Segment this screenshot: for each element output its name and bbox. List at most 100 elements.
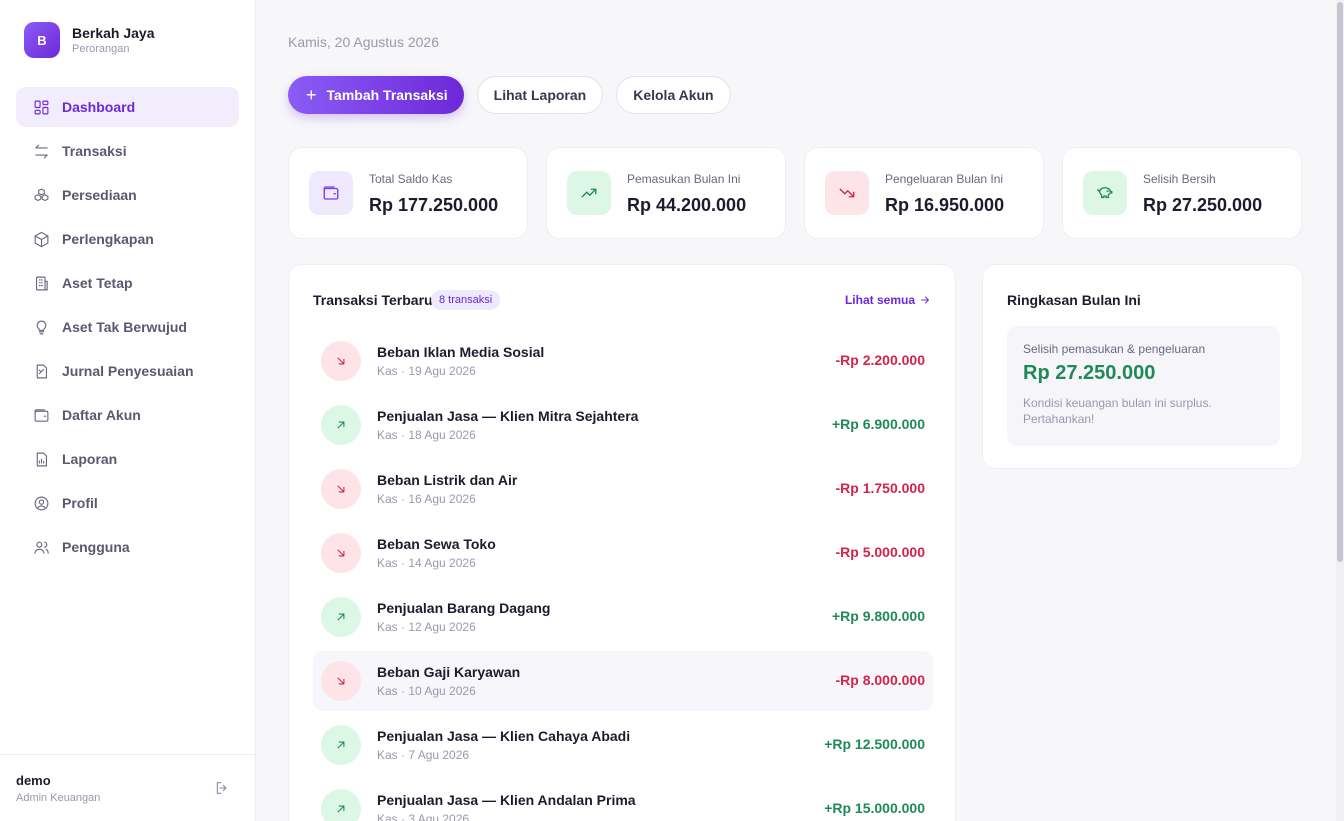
package-icon: [32, 230, 50, 248]
transaction-amount: -Rp 8.000.000: [835, 672, 926, 688]
users-icon: [32, 538, 50, 556]
transaction-name: Beban Sewa Toko: [377, 536, 496, 552]
stat-value: Rp 44.200.000: [627, 194, 747, 215]
transaction-meta: Kas · 12 Agu 2026: [377, 620, 476, 634]
transaction-row[interactable]: Beban Listrik dan Air Kas · 16 Agu 2026 …: [313, 459, 933, 519]
arrow-down-right-icon: [321, 469, 361, 509]
stat-cards: Total Saldo Kas Rp 177.250.000 Pemasukan…: [288, 147, 1302, 239]
transaction-row[interactable]: Penjualan Jasa — Klien Cahaya Abadi Kas …: [313, 715, 933, 775]
transaction-name: Penjualan Barang Dagang: [377, 600, 551, 616]
summary-box: Selisih pemasukan & pengeluaran Rp 27.25…: [1007, 326, 1280, 446]
add-transaction-label: Tambah Transaksi: [326, 87, 448, 103]
transaction-amount: +Rp 6.900.000: [831, 416, 925, 432]
sidebar-item-persediaan[interactable]: Persediaan: [16, 175, 239, 215]
piggy-bank-icon: [1083, 171, 1127, 215]
sidebar-item-label: Profil: [62, 495, 98, 511]
stat-card-total-saldo: Total Saldo Kas Rp 177.250.000: [288, 147, 528, 239]
stat-card-selisih: Selisih Bersih Rp 27.250.000: [1062, 147, 1302, 239]
sidebar-item-daftar-akun[interactable]: Daftar Akun: [16, 395, 239, 435]
sidebar-item-jurnal-penyesuaian[interactable]: Jurnal Penyesuaian: [16, 351, 239, 391]
scrollbar-thumb[interactable]: [1337, 2, 1343, 562]
arrow-up-right-icon: [321, 789, 361, 821]
manage-accounts-button[interactable]: Kelola Akun: [616, 76, 731, 114]
transaction-meta: Kas · 14 Agu 2026: [377, 556, 476, 570]
dashboard-icon: [32, 98, 50, 116]
summary-note: Kondisi keuangan bulan ini surplus. Pert…: [1023, 396, 1212, 426]
arrow-down-right-icon: [321, 533, 361, 573]
sidebar-item-aset-tetap[interactable]: Aset Tetap: [16, 263, 239, 303]
count-badge: 8 transaksi: [431, 290, 501, 310]
sidebar-item-laporan[interactable]: Laporan: [16, 439, 239, 479]
sidebar-item-pengguna[interactable]: Pengguna: [16, 527, 239, 567]
transaction-row[interactable]: Beban Sewa Toko Kas · 14 Agu 2026 -Rp 5.…: [313, 523, 933, 583]
sidebar-item-label: Perlengkapan: [62, 231, 154, 247]
sidebar-item-label: Aset Tak Berwujud: [62, 319, 187, 335]
transaction-name: Beban Listrik dan Air: [377, 472, 518, 488]
arrow-up-right-icon: [321, 725, 361, 765]
transaction-row[interactable]: Beban Gaji Karyawan Kas · 10 Agu 2026 -R…: [313, 651, 933, 711]
transaction-row[interactable]: Penjualan Jasa — Klien Mitra Sejahtera K…: [313, 395, 933, 455]
transaction-amount: -Rp 1.750.000: [835, 480, 926, 496]
see-all-label: Lihat semua: [844, 293, 915, 307]
transaction-row[interactable]: Penjualan Barang Dagang Kas · 12 Agu 202…: [313, 587, 933, 647]
logout-icon[interactable]: [214, 780, 232, 798]
arrow-down-right-icon: [321, 341, 361, 381]
user-role: Admin Keuangan: [16, 792, 101, 804]
stat-value: Rp 16.950.000: [885, 194, 1005, 215]
sidebar-item-label: Persediaan: [62, 187, 137, 203]
sidebar-item-label: Pengguna: [62, 539, 130, 555]
page-scrollbar[interactable]: [1336, 0, 1344, 821]
trending-down-icon: [825, 171, 869, 215]
view-report-button[interactable]: Lihat Laporan: [476, 76, 604, 114]
transaction-meta: Kas · 16 Agu 2026: [377, 492, 476, 506]
lightbulb-icon: [32, 318, 50, 336]
arrow-up-right-icon: [321, 597, 361, 637]
sidebar-item-label: Daftar Akun: [62, 407, 141, 423]
stat-value: Rp 27.250.000: [1143, 194, 1263, 215]
journal-icon: [32, 362, 50, 380]
boxes-icon: [32, 186, 50, 204]
brand[interactable]: B Berkah Jaya Perorangan: [24, 22, 155, 58]
report-icon: [32, 450, 50, 468]
wallet-icon: [309, 171, 353, 215]
stat-value: Rp 177.250.000: [369, 194, 499, 215]
sidebar-item-label: Jurnal Penyesuaian: [62, 363, 194, 379]
stat-card-pengeluaran: Pengeluaran Bulan Ini Rp 16.950.000: [804, 147, 1044, 239]
sidebar-item-label: Transaksi: [62, 143, 127, 159]
add-transaction-button[interactable]: + Tambah Transaksi: [288, 76, 464, 114]
sidebar-item-label: Aset Tetap: [62, 275, 133, 291]
stat-label: Pengeluaran Bulan Ini: [885, 171, 1004, 186]
sidebar-item-profil[interactable]: Profil: [16, 483, 239, 523]
sidebar-item-transaksi[interactable]: Transaksi: [16, 131, 239, 171]
transaction-list: Beban Iklan Media Sosial Kas · 19 Agu 20…: [313, 331, 933, 821]
building-icon: [32, 274, 50, 292]
transaction-name: Beban Iklan Media Sosial: [377, 344, 545, 360]
arrow-down-right-icon: [321, 661, 361, 701]
action-bar: + Tambah Transaksi Lihat Laporan Kelola …: [288, 76, 731, 114]
stat-label: Selisih Bersih: [1143, 171, 1216, 186]
trending-up-icon: [567, 171, 611, 215]
sidebar-item-dashboard[interactable]: Dashboard: [16, 87, 239, 127]
see-all-link[interactable]: Lihat semua: [845, 293, 931, 307]
transaction-name: Penjualan Jasa — Klien Cahaya Abadi: [377, 728, 631, 744]
transaction-name: Penjualan Jasa — Klien Andalan Prima: [377, 792, 636, 808]
sidebar-nav: Dashboard Transaksi Persediaan Perlengka…: [16, 87, 239, 571]
page-date: Kamis, 20 Agustus 2026: [288, 34, 439, 50]
transaction-row[interactable]: Beban Iklan Media Sosial Kas · 19 Agu 20…: [313, 331, 933, 391]
summary-value: Rp 27.250.000: [1023, 362, 1156, 384]
arrow-right-icon: [921, 296, 929, 304]
transaction-amount: -Rp 5.000.000: [835, 544, 926, 560]
sidebar-item-aset-tak-berwujud[interactable]: Aset Tak Berwujud: [16, 307, 239, 347]
sidebar-item-label: Laporan: [62, 451, 118, 467]
user-panel: demo Admin Keuangan: [0, 754, 255, 821]
user-name: demo: [16, 773, 51, 788]
transaction-meta: Kas · 10 Agu 2026: [377, 684, 476, 698]
transaction-meta: Kas · 18 Agu 2026: [377, 428, 476, 442]
transaction-amount: +Rp 12.500.000: [824, 736, 925, 752]
transaction-row[interactable]: Penjualan Jasa — Klien Andalan Prima Kas…: [313, 779, 933, 821]
brand-subtitle: Perorangan: [72, 43, 130, 55]
transaction-meta: Kas · 7 Agu 2026: [377, 748, 470, 762]
transaction-amount: +Rp 15.000.000: [824, 800, 925, 816]
card-title: Ringkasan Bulan Ini: [1007, 292, 1141, 308]
sidebar-item-perlengkapan[interactable]: Perlengkapan: [16, 219, 239, 259]
